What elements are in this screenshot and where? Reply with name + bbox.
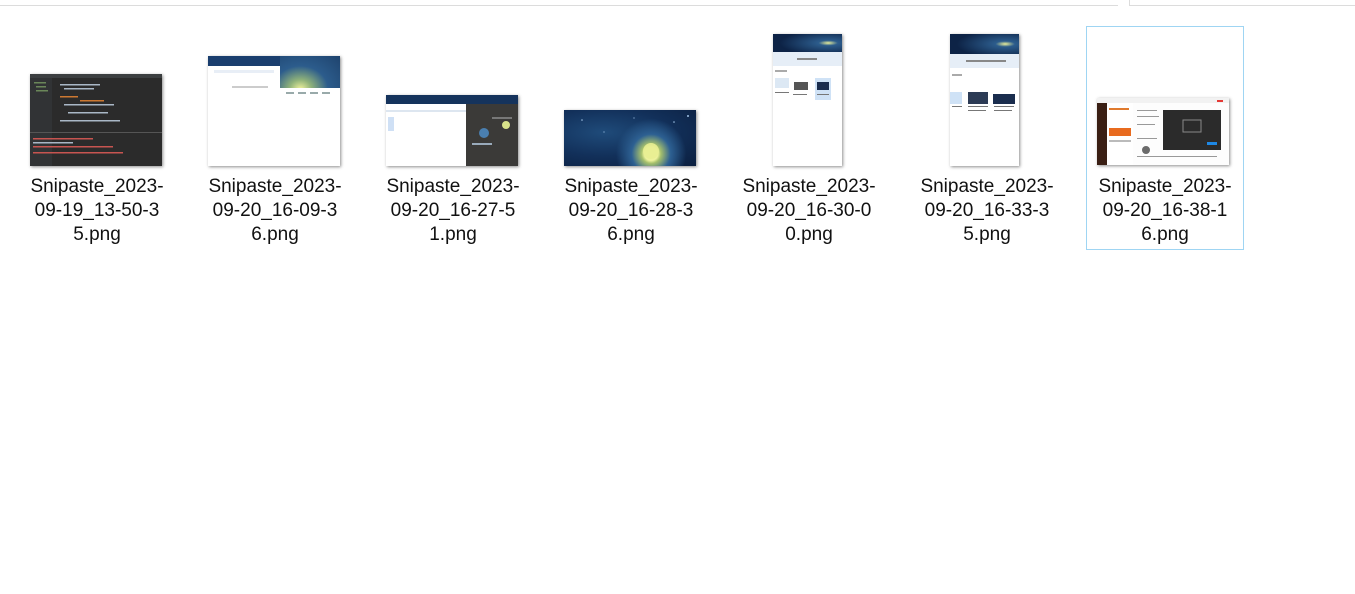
image-thumbnail (773, 34, 842, 166)
address-bar[interactable] (0, 0, 1118, 6)
file-explorer-view: Snipaste_2023- 09-19_13-50-3 5.png Snipa… (0, 0, 1355, 594)
file-name: Snipaste_2023- 09-20_16-30-0 0.png (742, 176, 876, 245)
thumbnail-area (197, 27, 353, 167)
thumbnail-area (375, 27, 531, 167)
image-thumbnail (208, 56, 340, 166)
image-thumbnail (30, 74, 162, 166)
file-name: Snipaste_2023- 09-20_16-27-5 1.png (386, 176, 520, 245)
file-item[interactable]: Snipaste_2023- 09-20_16-30-0 0.png (730, 26, 888, 250)
file-item[interactable]: Snipaste_2023- 09-20_16-09-3 6.png (196, 26, 354, 250)
image-thumbnail (1097, 98, 1229, 165)
thumbnail-area (731, 27, 887, 167)
file-name: Snipaste_2023- 09-19_13-50-3 5.png (30, 176, 164, 245)
file-item[interactable]: Snipaste_2023- 09-20_16-27-5 1.png (374, 26, 532, 250)
file-item[interactable]: Snipaste_2023- 09-20_16-28-3 6.png (552, 26, 710, 250)
file-item[interactable]: Snipaste_2023- 09-20_16-33-3 5.png (908, 26, 1066, 250)
thumbnail-area (1087, 27, 1243, 167)
file-name: Snipaste_2023- 09-20_16-09-3 6.png (208, 176, 342, 245)
image-thumbnail (386, 95, 518, 166)
file-name: Snipaste_2023- 09-20_16-38-1 6.png (1098, 176, 1232, 245)
file-item[interactable]: Snipaste_2023- 09-19_13-50-3 5.png (18, 26, 176, 250)
thumbnail-area (553, 27, 709, 167)
file-item-selected[interactable]: Snipaste_2023- 09-20_16-38-1 6.png (1086, 26, 1244, 250)
image-thumbnail (564, 110, 696, 166)
image-thumbnail (950, 34, 1019, 166)
file-name: Snipaste_2023- 09-20_16-33-3 5.png (920, 176, 1054, 245)
thumbnail-area (909, 27, 1065, 167)
file-name: Snipaste_2023- 09-20_16-28-3 6.png (564, 176, 698, 245)
thumbnail-area (19, 27, 175, 167)
search-box[interactable] (1129, 0, 1355, 6)
